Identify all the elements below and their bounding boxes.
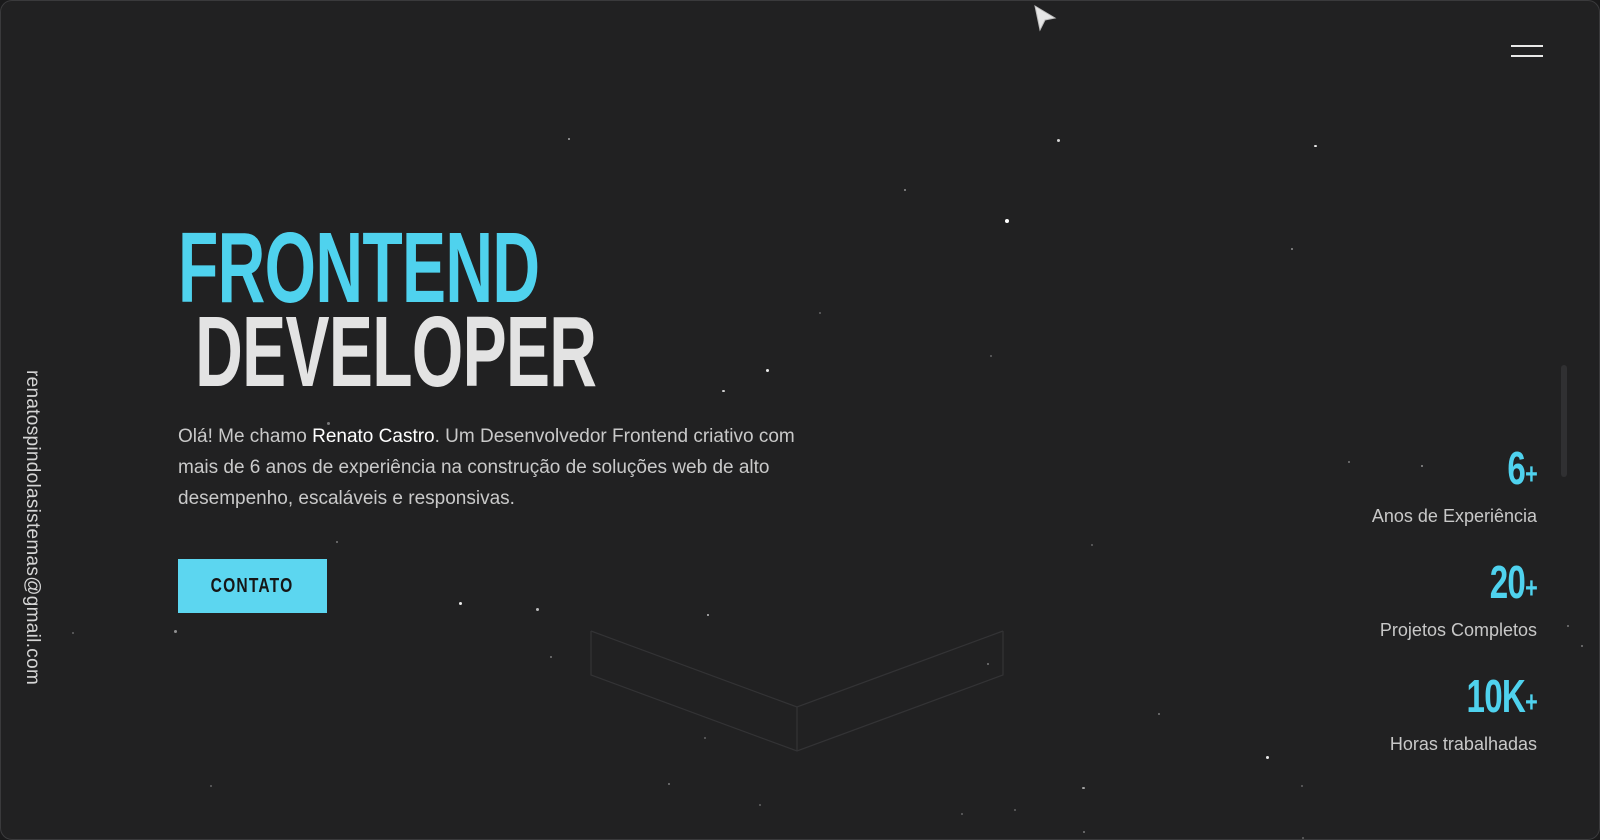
stat-label: Horas trabalhadas — [1389, 734, 1537, 754]
stat-projects: 20+ Projetos Completos — [1277, 556, 1538, 671]
hero-section: FRONTEND DEVELOPER Olá! Me chamo Renato … — [178, 218, 818, 613]
intro-prefix: Olá! Me chamo — [178, 426, 313, 447]
chevron-decoration — [590, 630, 1004, 752]
scrollbar[interactable] — [1561, 365, 1567, 477]
stat-experience: 6+ Anos de Experiência — [1277, 442, 1538, 557]
email-link[interactable]: renatospindolasistemas@gmail.com — [3, 363, 43, 693]
stat-hours: 10K+ Horas trabalhadas — [1277, 670, 1538, 785]
mouse-cursor-icon — [1034, 4, 1057, 32]
stats-list: 6+ Anos de Experiência 20+ Projetos Comp… — [1277, 442, 1538, 785]
hamburger-menu-icon[interactable] — [1509, 41, 1545, 63]
stat-label: Projetos Completos — [1379, 620, 1537, 640]
contact-button-label: CONTATO — [211, 574, 294, 597]
contact-button[interactable]: CONTATO — [178, 559, 327, 613]
hero-title: FRONTEND DEVELOPER — [178, 218, 693, 408]
hero-intro-text: Olá! Me chamo Renato Castro. Um Desenvol… — [178, 421, 798, 514]
stat-label: Anos de Experiência — [1371, 506, 1537, 526]
intro-name: Renato Castro — [312, 426, 435, 447]
stat-value: 10K+ — [1466, 670, 1537, 722]
stat-value: 20+ — [1489, 556, 1538, 608]
stat-value: 6+ — [1507, 442, 1537, 494]
hero-title-line-developer: DEVELOPER — [195, 296, 597, 408]
page-viewport: renatospindolasistemas@gmail.com FRONTEN… — [0, 0, 1600, 840]
